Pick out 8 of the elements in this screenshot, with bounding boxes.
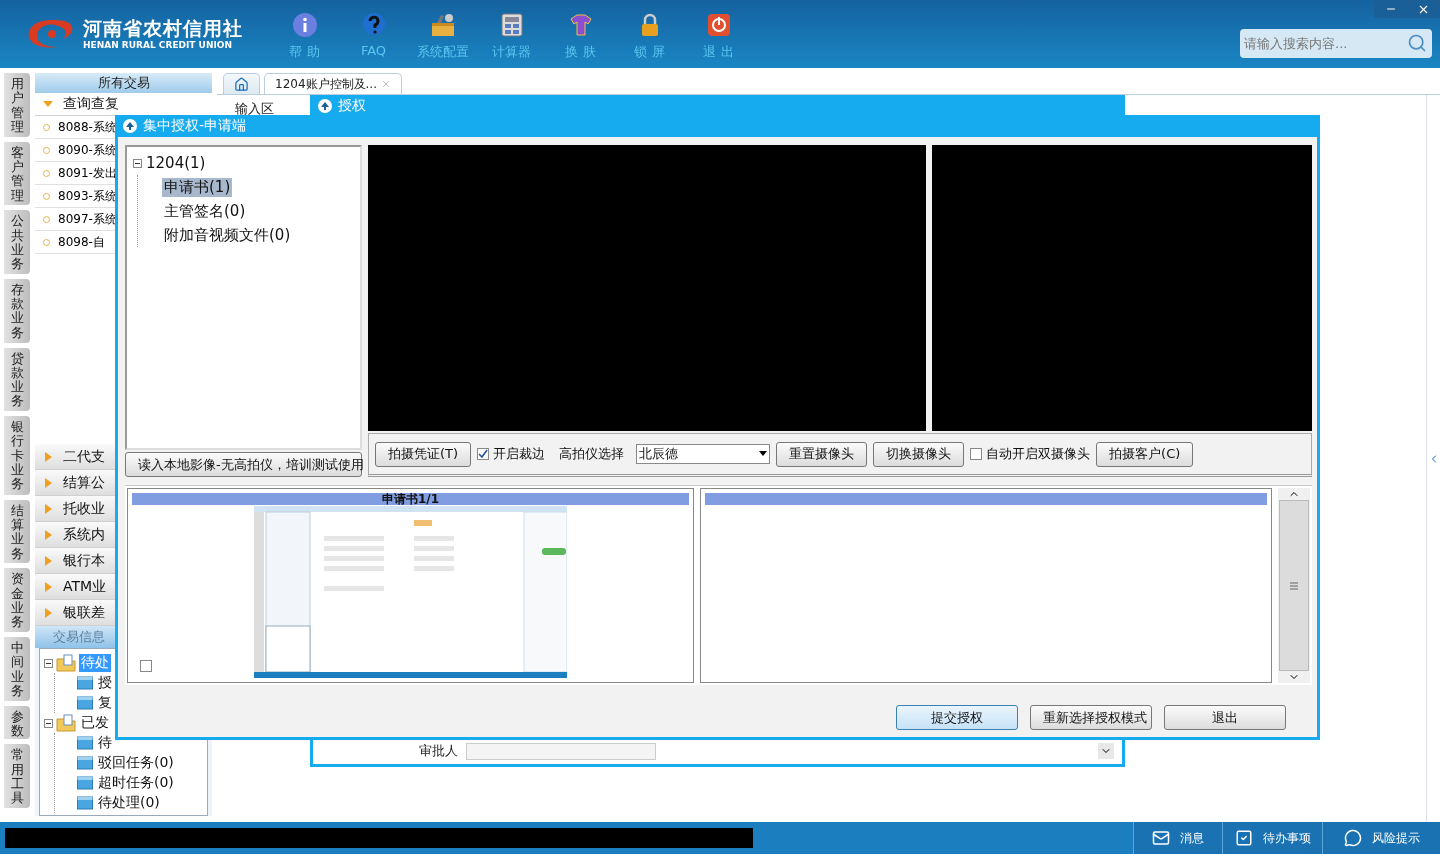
section-label: 输入区: [235, 101, 274, 116]
panel-header: 所有交易: [35, 73, 212, 93]
field-label: 审批人: [419, 742, 458, 760]
logo-subtitle: HENAN RURAL CREDIT UNION: [83, 39, 233, 51]
window-title: 授权: [338, 97, 366, 115]
logo-title: 河南省农村信用社: [83, 17, 243, 39]
field-label: 高拍仪选择: [559, 445, 625, 463]
preview-title: 申请书1/1: [381, 493, 440, 505]
